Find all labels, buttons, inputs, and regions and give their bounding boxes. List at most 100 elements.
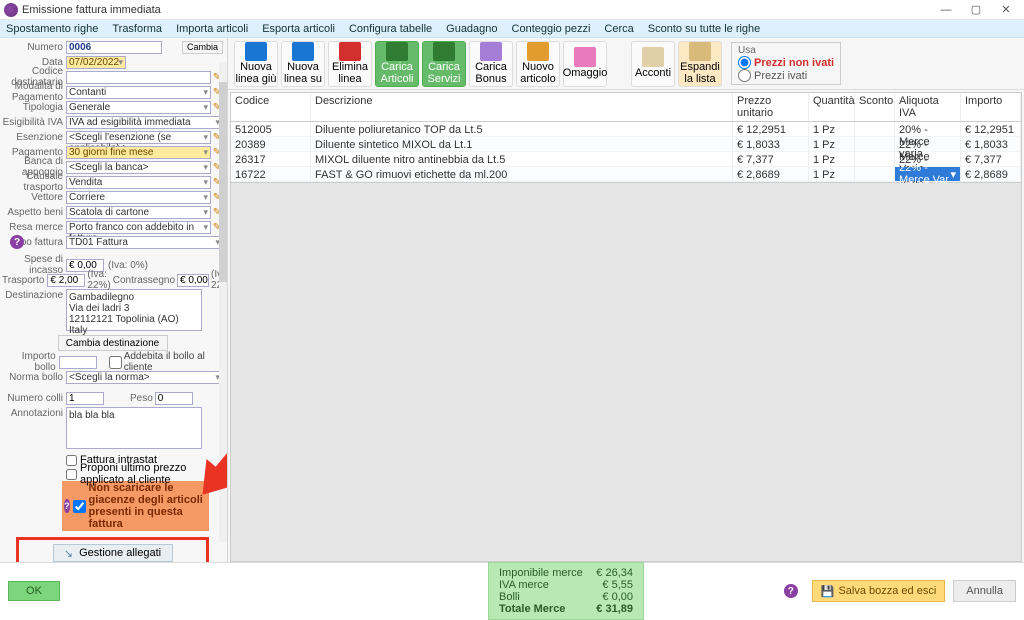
minimize-button[interactable]: — [932,2,960,18]
cod-dest-field[interactable] [66,71,211,84]
usa-label: Usa [738,45,834,56]
menu-sconto[interactable]: Sconto su tutte le righe [648,23,761,35]
cambia-numero-button[interactable]: Cambia [182,41,223,54]
omaggio-button[interactable]: Omaggio [563,41,607,87]
label-prezzi-non-ivati: Prezzi non ivati [754,57,834,69]
label-peso: Peso [130,393,153,404]
label-modalita: Modalità di Pagamento [2,81,66,103]
aspetto-field[interactable]: Scatola di cartone [66,206,211,219]
peso-field[interactable] [155,392,193,405]
banca-field[interactable]: <Scegli la banca> [66,161,211,174]
trasporto-field[interactable] [47,274,85,287]
cell-importo: € 7,377 [961,152,1021,166]
prezzi-non-ivati-radio[interactable] [738,56,751,69]
col-sconto[interactable]: Sconto [855,93,895,121]
scrollbar[interactable] [219,62,227,542]
annot-field[interactable]: bla bla bla [66,407,202,449]
bollo-field[interactable] [59,356,97,369]
esenzione-field[interactable]: <Scegli l'esenzione (se applicabile) > [66,131,211,144]
modalita-field[interactable]: Contanti [66,86,211,99]
close-button[interactable]: ✕ [992,2,1020,18]
addebita-bollo-checkbox[interactable] [109,356,122,369]
salva-bozza-button[interactable]: 💾Salva bozza ed esci [812,580,946,602]
help-icon[interactable]: ? [10,235,24,249]
totals-panel: Imponibile merce€ 26,34 IVA merce€ 5,55 … [488,562,644,620]
label-esig-iva: Esigibilità IVA [2,117,66,128]
pagamento-field[interactable]: 30 giorni fine mese [66,146,211,159]
carica-articoli-button[interactable]: Carica Articoli [375,41,419,87]
value-iva-merce: € 5,55 [602,579,633,591]
elimina-linea-button[interactable]: Elimina linea [328,41,372,87]
col-qty[interactable]: Quantità [809,93,855,121]
cell-desc: Diluente sintetico MIXOL da Lt.1 [311,137,733,151]
acconti-button[interactable]: Acconti [631,41,675,87]
new-article-icon [527,42,549,62]
label-giacenze: Non scaricare le giacenze degli articoli… [89,482,208,530]
menu-esporta[interactable]: Esporta articoli [262,23,335,35]
tipo-fatt-field[interactable]: TD01 Fattura [66,236,223,249]
nuova-linea-giu-button[interactable]: Nuova linea giù [234,41,278,87]
help-icon[interactable]: ? [64,499,70,513]
menu-guadagno[interactable]: Guadagno [446,23,497,35]
maximize-button[interactable]: ▢ [962,2,990,18]
save-icon: 💾 [821,585,835,598]
colli-field[interactable] [66,392,104,405]
menu-importa[interactable]: Importa articoli [176,23,248,35]
acconti-icon [642,47,664,67]
numero-field[interactable]: 0006 [66,41,162,54]
cell-codice: 26317 [231,152,311,166]
cell-prezzo: € 2,8689 [733,167,809,181]
tipologia-field[interactable]: Generale [66,101,211,114]
gift-icon [574,47,596,67]
resa-field[interactable]: Porto franco con addebito in fattura [66,221,211,234]
label-aspetto: Aspetto beni [2,207,66,218]
cambia-dest-button[interactable]: Cambia destinazione [58,335,168,351]
cell-codice: 512005 [231,122,311,136]
col-prezzo[interactable]: Prezzo unitario [733,93,809,121]
menu-trasforma[interactable]: Trasforma [112,23,162,35]
menu-configura[interactable]: Configura tabelle [349,23,432,35]
window-title: Emissione fattura immediata [22,4,932,16]
data-field[interactable]: 07/02/2022 [66,56,126,69]
gestione-allegati-button[interactable]: ↘Gestione allegati [53,544,173,562]
ok-button[interactable]: OK [8,581,60,601]
ultimo-prezzo-checkbox[interactable] [66,469,77,480]
carica-bonus-button[interactable]: Carica Bonus [469,41,513,87]
box-icon [386,42,408,62]
help-icon[interactable]: ? [784,584,798,598]
value-imponibile: € 26,34 [596,567,633,579]
carica-servizi-button[interactable]: Carica Servizi [422,41,466,87]
cell-qty: 1 Pz [809,122,855,136]
contr-field[interactable] [177,274,209,287]
col-importo[interactable]: Importo [961,93,1021,121]
causale-field[interactable]: Vendita [66,176,211,189]
espandi-lista-button[interactable]: Espandi la lista [678,41,722,87]
intrastat-checkbox[interactable] [66,455,77,466]
esig-iva-field[interactable]: IVA ad esigibilità immediata [66,116,223,129]
col-codice[interactable]: Codice [231,93,311,121]
nuova-linea-su-button[interactable]: Nuova linea su [281,41,325,87]
vettore-field[interactable]: Corriere [66,191,211,204]
cell-sconto [855,122,895,136]
table-row[interactable]: 20389Diluente sintetico MIXOL da Lt.1€ 1… [231,137,1021,152]
menu-spostamento[interactable]: Spostamento righe [6,23,98,35]
giacenze-checkbox[interactable] [73,500,86,513]
dest-field[interactable]: Gambadilegno Via dei ladri 3 12112121 To… [66,289,202,331]
norma-field[interactable]: <Scegli la norma> [66,371,223,384]
label-dest: Destinazione [2,290,66,301]
menu-conteggio[interactable]: Conteggio pezzi [512,23,591,35]
cell-iva-dropdown[interactable]: 22% - Merce Var▾ [895,167,961,181]
nuovo-articolo-button[interactable]: Nuovo articolo [516,41,560,87]
col-iva[interactable]: Aliquota IVA [895,93,961,121]
label-spese-iva: (Iva: 0%) [108,260,148,271]
cell-importo: € 2,8689 [961,167,1021,181]
annulla-button[interactable]: Annulla [953,580,1016,602]
table-row[interactable]: 16722FAST & GO rimuovi etichette da ml.2… [231,167,1021,182]
menu-cerca[interactable]: Cerca [604,23,633,35]
delete-icon [339,42,361,62]
app-icon [4,3,18,17]
table-row[interactable]: 512005Diluente poliuretanico TOP da Lt.5… [231,122,1021,137]
label-numero: Numero [2,42,66,53]
col-desc[interactable]: Descrizione [311,93,733,121]
prezzi-ivati-radio[interactable] [738,69,751,82]
